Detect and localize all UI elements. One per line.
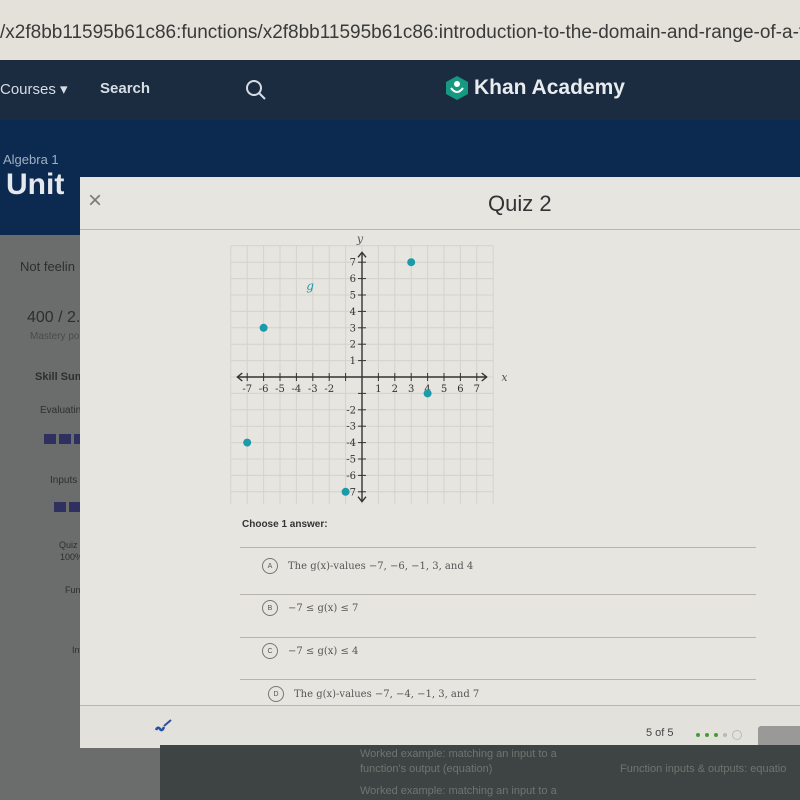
y-tick-label: -5 — [346, 455, 356, 466]
y-tick-label: 3 — [350, 323, 356, 334]
data-point — [407, 258, 416, 267]
y-tick-label: 5 — [350, 291, 356, 302]
choice-letter: D — [268, 686, 284, 702]
x-tick-label: 7 — [474, 384, 480, 395]
y-tick-label: -4 — [346, 438, 356, 449]
y-tick-label: 6 — [350, 274, 356, 285]
choice-a[interactable]: A The g(x)-values −7, −6, −1, 3, and 4 — [262, 558, 473, 574]
divider — [240, 547, 756, 548]
y-tick-label: 1 — [350, 356, 356, 367]
choice-d[interactable]: D The g(x)-values −7, −4, −1, 3, and 7 — [268, 686, 479, 702]
quiz-title: Quiz 2 — [488, 191, 552, 216]
mastery-label: Mastery po — [30, 331, 80, 342]
x-axis-label: x — [501, 371, 507, 384]
not-feeling-text: Not feelin — [20, 259, 75, 274]
url-text[interactable]: /x2f8bb11595b61c86:functions/x2f8bb11595… — [0, 22, 800, 44]
choice-letter: B — [262, 600, 278, 616]
unit-title: Unit — [6, 168, 65, 201]
x-tick-label: 3 — [408, 384, 414, 395]
progress-dot-done — [696, 733, 700, 737]
choice-letter: C — [262, 643, 278, 659]
worked-example-link[interactable]: Worked example: matching an input to a — [360, 785, 557, 797]
x-tick-label: -2 — [324, 384, 334, 395]
choice-c[interactable]: C −7 ≤ g(x) ≤ 4 — [262, 643, 358, 659]
choice-text: −7 ≤ g(x) ≤ 7 — [288, 602, 359, 614]
worked-example-link[interactable]: Worked example: matching an input to a — [360, 748, 557, 760]
question-progress: 5 of 5 — [646, 727, 674, 739]
choice-letter: A — [262, 558, 278, 574]
y-tick-label: 7 — [350, 258, 356, 269]
y-tick-label: 4 — [350, 307, 356, 318]
choice-text: −7 ≤ g(x) ≤ 4 — [288, 645, 359, 657]
scratchpad-pencil-icon[interactable] — [152, 714, 174, 736]
quiz-modal: × Quiz 2 -7-6-5-4-3-21234567-7-6-5-4-3-2… — [80, 177, 800, 748]
progress-dot-done — [714, 733, 718, 737]
data-point — [243, 438, 252, 447]
y-tick-label: -2 — [346, 405, 356, 416]
progress-dots — [696, 730, 742, 740]
courses-menu[interactable]: Courses ▾ — [0, 80, 68, 98]
search-link[interactable]: Search — [100, 80, 150, 97]
y-tick-label: 2 — [350, 340, 356, 351]
x-tick-label: -6 — [259, 384, 269, 395]
choice-b[interactable]: B −7 ≤ g(x) ≤ 7 — [262, 600, 358, 616]
data-point — [341, 487, 350, 496]
x-tick-label: 1 — [375, 384, 381, 395]
divider — [240, 594, 756, 595]
x-tick-label: -5 — [275, 384, 285, 395]
progress-dot-empty — [732, 730, 742, 740]
brand-name: Khan Academy — [474, 76, 625, 99]
function-graph: -7-6-5-4-3-21234567-7-6-5-4-3-21234567xy… — [230, 234, 507, 504]
choice-text: The g(x)-values −7, −4, −1, 3, and 7 — [294, 688, 480, 700]
divider — [240, 637, 756, 638]
x-tick-label: -3 — [308, 384, 318, 395]
mastery-points: 400 / 2. — [27, 309, 81, 326]
background-content: Worked example: matching an input to a f… — [160, 745, 800, 800]
data-point — [259, 323, 268, 332]
choice-text: The g(x)-values −7, −6, −1, 3, and 4 — [288, 560, 474, 572]
y-tick-label: -6 — [346, 471, 356, 482]
course-name[interactable]: Algebra 1 — [3, 152, 59, 167]
x-tick-label: 5 — [441, 384, 447, 395]
top-navigation: Courses ▾ Search Khan Academy — [0, 60, 800, 120]
x-tick-label: -7 — [242, 384, 252, 395]
khan-leaf-icon — [446, 76, 468, 100]
progress-dot-done — [705, 733, 709, 737]
choose-prompt: Choose 1 answer: — [242, 519, 328, 530]
data-point — [423, 389, 432, 398]
search-icon[interactable] — [244, 78, 268, 102]
quiz-footer: 5 of 5 — [80, 705, 800, 748]
y-axis-label: y — [356, 234, 364, 246]
khan-academy-logo[interactable]: Khan Academy — [446, 76, 625, 100]
skill-summary: Skill Sum — [35, 371, 85, 383]
divider — [240, 679, 756, 680]
function-label: g — [306, 279, 314, 293]
modal-header: × Quiz 2 — [80, 177, 800, 230]
x-tick-label: -4 — [292, 384, 302, 395]
x-tick-label: 6 — [457, 384, 463, 395]
practice-link[interactable]: Function inputs & outputs: equatio — [620, 763, 786, 775]
progress-dot-current — [723, 733, 727, 737]
x-tick-label: 2 — [392, 384, 398, 395]
y-tick-label: -3 — [346, 422, 356, 433]
browser-address-bar[interactable]: /x2f8bb11595b61c86:functions/x2f8bb11595… — [0, 0, 800, 60]
close-icon[interactable]: × — [88, 187, 102, 215]
worked-example-sub: function's output (equation) — [360, 763, 493, 775]
